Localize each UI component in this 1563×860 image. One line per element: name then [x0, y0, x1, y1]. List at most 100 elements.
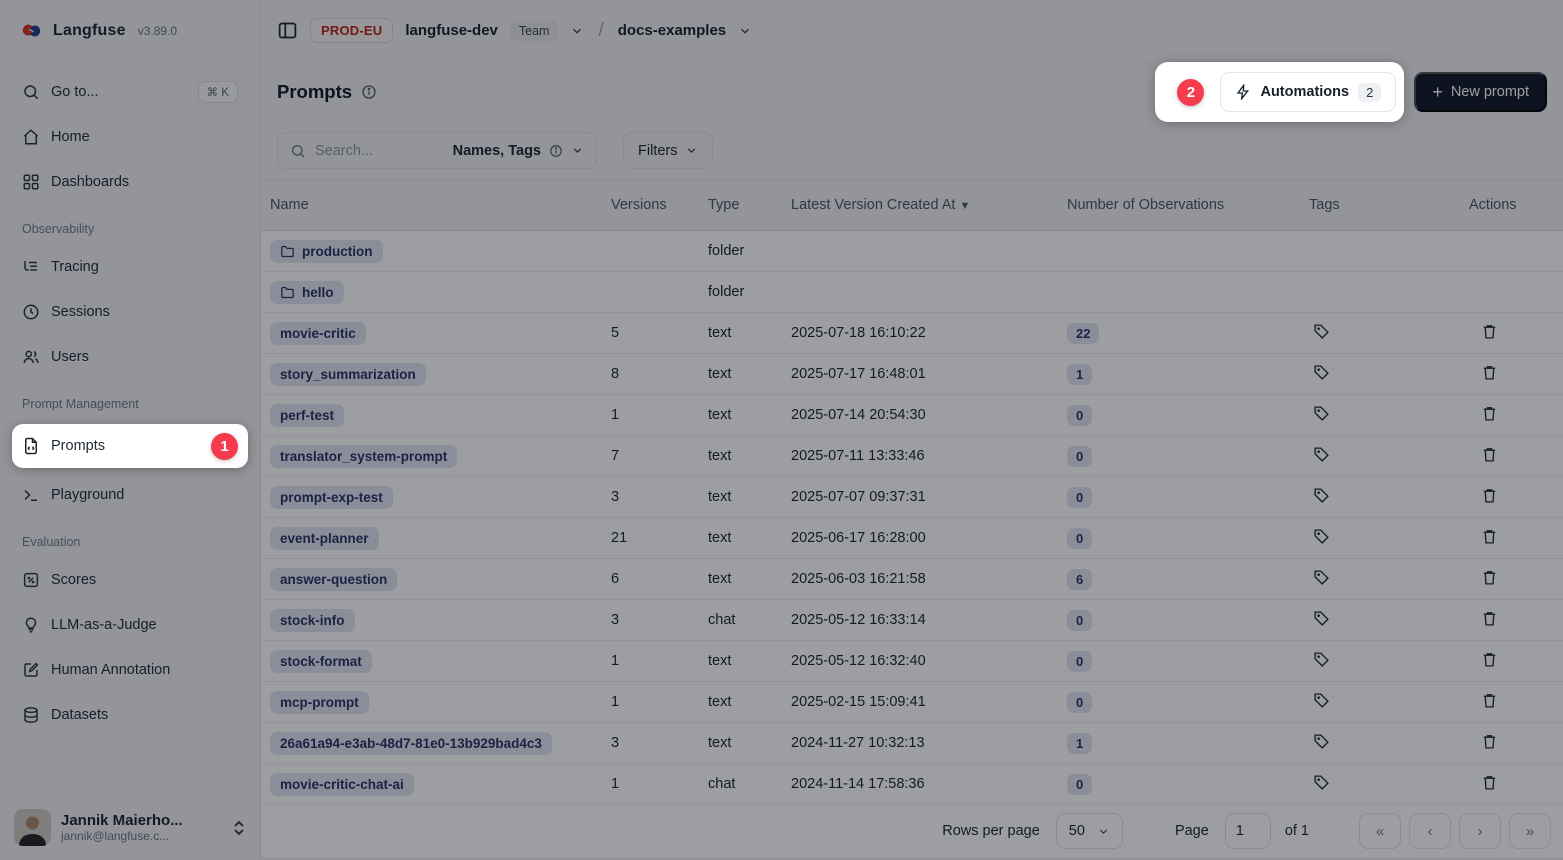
sidebar-item-sessions[interactable]: Sessions: [12, 294, 248, 330]
prompt-name-badge[interactable]: hello: [270, 281, 344, 304]
delete-button[interactable]: [1481, 364, 1498, 381]
table-row[interactable]: stock-info 3 chat 2025-05-12 16:33:14 0: [261, 600, 1563, 641]
first-page-button[interactable]: «: [1359, 813, 1401, 849]
tag-icon-button[interactable]: [1313, 405, 1330, 422]
delete-button[interactable]: [1481, 323, 1498, 340]
sidebar-item-dashboards[interactable]: Dashboards: [12, 164, 248, 200]
next-page-button[interactable]: ›: [1459, 813, 1501, 849]
column-header-type[interactable]: Type: [708, 197, 791, 213]
user-menu[interactable]: Jannik Maierho... jannik@langfuse.c...: [0, 799, 260, 860]
delete-button[interactable]: [1481, 487, 1498, 504]
last-page-button[interactable]: »: [1509, 813, 1551, 849]
new-prompt-button[interactable]: + New prompt: [1414, 72, 1547, 112]
tag-icon-button[interactable]: [1313, 446, 1330, 463]
delete-button[interactable]: [1481, 733, 1498, 750]
project-chevron-down-icon[interactable]: [738, 24, 752, 38]
info-icon[interactable]: [361, 84, 377, 100]
sidebar-item-home[interactable]: Home: [12, 119, 248, 155]
automations-label: Automations: [1260, 84, 1349, 100]
prompt-name-badge[interactable]: prompt-exp-test: [270, 486, 393, 509]
table-row[interactable]: prompt-exp-test 3 text 2025-07-07 09:37:…: [261, 477, 1563, 518]
automations-button[interactable]: Automations 2: [1220, 72, 1396, 112]
previous-page-button[interactable]: ‹: [1409, 813, 1451, 849]
prompt-name-badge[interactable]: 26a61a94-e3ab-48d7-81e0-13b929bad4c3: [270, 732, 552, 755]
table-row[interactable]: hello folder: [261, 272, 1563, 313]
prompt-name-badge[interactable]: story_summarization: [270, 363, 426, 386]
table-row[interactable]: perf-test 1 text 2025-07-14 20:54:30 0: [261, 395, 1563, 436]
org-breadcrumb[interactable]: langfuse-dev: [405, 22, 498, 39]
sidebar-toggle-icon[interactable]: [277, 20, 298, 41]
rows-per-page-select[interactable]: 50: [1056, 813, 1123, 849]
delete-button[interactable]: [1481, 692, 1498, 709]
tag-icon-button[interactable]: [1313, 651, 1330, 668]
annotation-marker-1: 1: [211, 433, 238, 460]
cell-type: text: [708, 489, 791, 505]
tag-icon-button[interactable]: [1313, 364, 1330, 381]
column-header-tags[interactable]: Tags: [1309, 197, 1469, 213]
delete-button[interactable]: [1481, 610, 1498, 627]
delete-button[interactable]: [1481, 774, 1498, 791]
delete-button[interactable]: [1481, 651, 1498, 668]
prompt-name-badge[interactable]: production: [270, 240, 383, 263]
delete-button[interactable]: [1481, 405, 1498, 422]
table-row[interactable]: movie-critic-chat-ai 1 chat 2024-11-14 1…: [261, 764, 1563, 805]
table-row[interactable]: production folder: [261, 231, 1563, 272]
column-header-created[interactable]: Latest Version Created At ▼: [791, 197, 1067, 213]
table-row[interactable]: event-planner 21 text 2025-06-17 16:28:0…: [261, 518, 1563, 559]
column-header-observations[interactable]: Number of Observations: [1067, 197, 1309, 213]
delete-button[interactable]: [1481, 569, 1498, 586]
prompt-name-badge[interactable]: translator_system-prompt: [270, 445, 457, 468]
tag-icon-button[interactable]: [1313, 692, 1330, 709]
table-row[interactable]: stock-format 1 text 2025-05-12 16:32:40 …: [261, 641, 1563, 682]
prompt-name-badge[interactable]: event-planner: [270, 527, 379, 550]
sidebar-item-scores[interactable]: Scores: [12, 562, 248, 598]
tag-icon-button[interactable]: [1313, 733, 1330, 750]
tag-icon-button[interactable]: [1313, 528, 1330, 545]
cell-tags: [1309, 487, 1469, 508]
prompt-name-badge[interactable]: movie-critic-chat-ai: [270, 773, 414, 796]
prompt-name-badge[interactable]: stock-format: [270, 650, 372, 673]
search-input[interactable]: Search... Names, Tags: [277, 132, 597, 169]
sidebar-item-tracing[interactable]: Tracing: [12, 249, 248, 285]
filters-button[interactable]: Filters: [623, 132, 713, 169]
cell-actions: [1469, 364, 1563, 385]
search-scope-select[interactable]: Names, Tags: [453, 143, 584, 159]
cell-versions: 1: [611, 653, 708, 669]
column-header-versions[interactable]: Versions: [611, 197, 708, 213]
prompt-name-badge[interactable]: stock-info: [270, 609, 355, 632]
delete-button[interactable]: [1481, 528, 1498, 545]
table-row[interactable]: 26a61a94-e3ab-48d7-81e0-13b929bad4c3 3 t…: [261, 723, 1563, 764]
sidebar-item-users[interactable]: Users: [12, 339, 248, 375]
column-header-name[interactable]: Name: [270, 197, 611, 213]
cell-actions: [1469, 569, 1563, 590]
tag-icon-button[interactable]: [1313, 774, 1330, 791]
prompt-name-badge-label: 26a61a94-e3ab-48d7-81e0-13b929bad4c3: [280, 736, 542, 751]
page-number-input[interactable]: [1225, 813, 1271, 849]
table-row[interactable]: translator_system-prompt 7 text 2025-07-…: [261, 436, 1563, 477]
project-breadcrumb[interactable]: docs-examples: [618, 22, 726, 39]
cell-versions: 1: [611, 776, 708, 792]
delete-button[interactable]: [1481, 446, 1498, 463]
sidebar-item-goto[interactable]: Go to... ⌘ K: [12, 74, 248, 110]
search-scope-label: Names, Tags: [453, 143, 541, 159]
sidebar-item-prompts[interactable]: Prompts 1: [12, 424, 248, 468]
scores-label: Scores: [51, 572, 96, 588]
table-row[interactable]: story_summarization 8 text 2025-07-17 16…: [261, 354, 1563, 395]
table-row[interactable]: answer-question 6 text 2025-06-03 16:21:…: [261, 559, 1563, 600]
tag-icon-button[interactable]: [1313, 487, 1330, 504]
tag-icon-button[interactable]: [1313, 323, 1330, 340]
sidebar-item-human-annotation[interactable]: Human Annotation: [12, 652, 248, 688]
sidebar-item-datasets[interactable]: Datasets: [12, 697, 248, 733]
org-chevron-down-icon[interactable]: [570, 24, 584, 38]
prompt-name-badge[interactable]: perf-test: [270, 404, 344, 427]
prompt-name-badge[interactable]: mcp-prompt: [270, 691, 369, 714]
table-row[interactable]: movie-critic 5 text 2025-07-18 16:10:22 …: [261, 313, 1563, 354]
prompt-name-badge[interactable]: answer-question: [270, 568, 397, 591]
sidebar-item-llm-judge[interactable]: LLM-as-a-Judge: [12, 607, 248, 643]
sidebar-item-playground[interactable]: Playground: [12, 477, 248, 513]
cell-actions: [1469, 528, 1563, 549]
tag-icon-button[interactable]: [1313, 569, 1330, 586]
prompt-name-badge[interactable]: movie-critic: [270, 322, 366, 345]
tag-icon-button[interactable]: [1313, 610, 1330, 627]
table-row[interactable]: mcp-prompt 1 text 2025-02-15 15:09:41 0: [261, 682, 1563, 723]
